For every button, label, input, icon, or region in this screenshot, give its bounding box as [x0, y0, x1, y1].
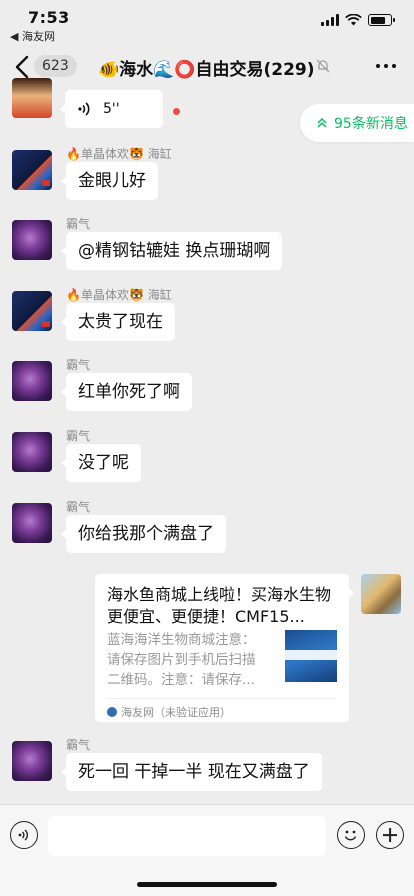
link-card-message[interactable]: 海水鱼商城上线啦！买海水生物更便宜、更便捷！CMF15... 蓝海海洋生物商城注…: [95, 574, 354, 722]
wifi-icon: [345, 14, 362, 26]
status-icons: [321, 14, 395, 26]
app-logo-icon: [107, 707, 117, 717]
mute-bell-icon: [316, 59, 330, 73]
message-bubble[interactable]: 死一回 干掉一半 现在又满盘了: [61, 753, 322, 791]
avatar[interactable]: [12, 220, 52, 260]
sender-name: 🔥单晶体欢🐯 海缸: [66, 147, 172, 161]
message-bubble[interactable]: 没了呢: [61, 444, 141, 482]
sender-name: 霸气: [66, 217, 91, 231]
battery-icon: [368, 14, 395, 26]
new-messages-label: 95条新消息: [334, 116, 408, 132]
link-card-thumbnail: [285, 630, 337, 682]
message-bubble[interactable]: @精钢钴辘娃 换点珊瑚啊: [60, 232, 283, 270]
new-messages-button[interactable]: 95条新消息: [300, 104, 414, 142]
home-indicator: [137, 882, 277, 887]
sender-name: 霸气: [66, 500, 91, 514]
back-to-app-link[interactable]: ◀ 海友网: [10, 28, 55, 44]
flag-badge: [42, 180, 50, 186]
emoji-button[interactable]: [337, 821, 365, 849]
voice-wave-icon: [78, 102, 90, 116]
flag-badge: [42, 321, 50, 327]
voice-duration: 5'': [103, 101, 120, 117]
avatar[interactable]: [12, 503, 52, 543]
link-card-description: 蓝海海洋生物商城注意：请保存图片到手机后扫描二维码。注意：请保存...: [107, 632, 256, 688]
message-bubble[interactable]: 太贵了现在: [61, 303, 175, 341]
message-input[interactable]: [48, 816, 326, 856]
message-bubble[interactable]: 红单你死了啊: [61, 373, 192, 411]
chat-header: 623 🐠海水🌊⭕自由交易(229): [0, 44, 414, 90]
voice-input-button[interactable]: [10, 821, 38, 849]
message-bubble[interactable]: 你给我那个满盘了: [61, 515, 226, 553]
link-card-source: 海友网（未验证应用）: [107, 704, 231, 720]
sender-name: 霸气: [66, 738, 91, 752]
avatar[interactable]: [12, 432, 52, 472]
sender-name: 🔥单晶体欢🐯 海缸: [66, 288, 172, 302]
status-time: 7:53: [28, 8, 70, 27]
link-card-source-label: 海友网（未验证应用）: [121, 706, 231, 719]
smiley-icon: [344, 830, 357, 841]
link-card-title: 海水鱼商城上线啦！买海水生物更便宜、更便捷！CMF15...: [107, 585, 332, 626]
more-options-button[interactable]: [376, 64, 396, 68]
double-chevron-up-icon: [317, 117, 327, 128]
sender-name: 霸气: [66, 358, 91, 372]
more-actions-button[interactable]: [376, 821, 404, 849]
avatar[interactable]: [12, 78, 52, 118]
unread-count-badge[interactable]: 623: [34, 55, 77, 77]
my-avatar[interactable]: [361, 574, 401, 614]
back-arrow-icon[interactable]: [12, 54, 34, 80]
group-title: 🐠海水🌊⭕自由交易(229): [98, 60, 315, 80]
avatar[interactable]: [12, 361, 52, 401]
avatar[interactable]: [12, 741, 52, 781]
voice-message-bubble[interactable]: 5'': [60, 90, 163, 128]
sender-name: 霸气: [66, 429, 91, 443]
message-bubble[interactable]: 金眼儿好: [61, 162, 158, 200]
unplayed-voice-dot: [173, 108, 180, 115]
voice-icon: [18, 829, 29, 841]
status-bar: 7:53 ◀ 海友网: [0, 0, 414, 44]
cellular-signal-icon: [321, 14, 339, 26]
link-card-divider: [107, 698, 337, 699]
